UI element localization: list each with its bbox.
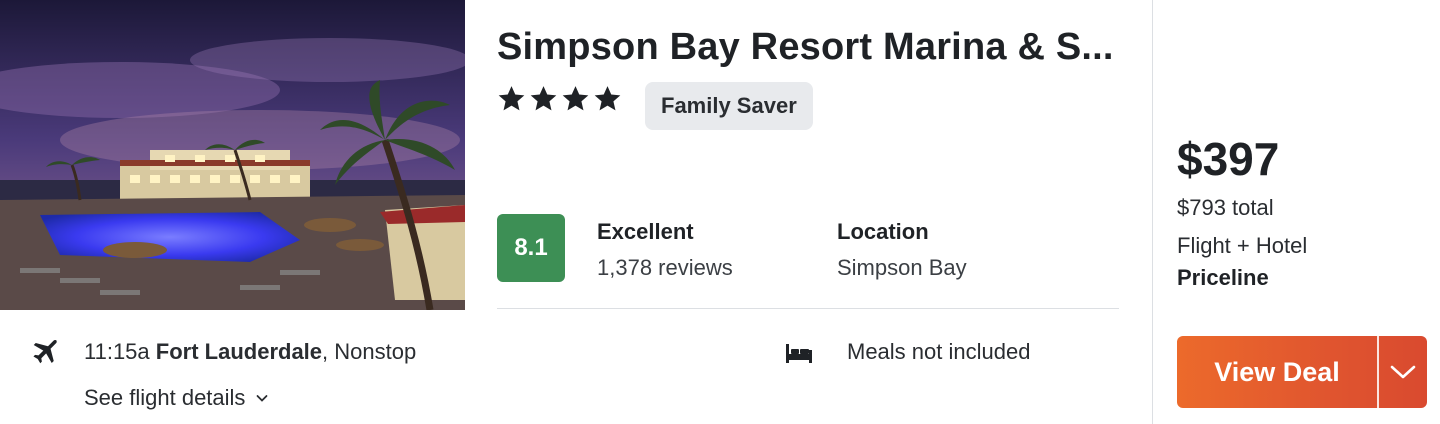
flight-details-label: See flight details [84,385,246,410]
flight-summary: 11:15a Fort Lauderdale, Nonstop [84,339,416,365]
view-deal-button-group: View Deal [1177,336,1427,408]
divider [497,308,1119,309]
meals-info: Meals not included [847,339,1031,364]
flight-time: 11:15a [84,339,150,364]
review-score: 8.1 [497,214,565,282]
column-divider [1152,0,1153,424]
view-deal-button[interactable]: View Deal [1177,336,1377,408]
total-price: $793 total [1177,195,1274,220]
star-icon [530,86,557,111]
more-deals-dropdown[interactable] [1379,336,1427,408]
chevron-down-icon [1390,365,1416,379]
provider-name: Priceline [1177,265,1269,290]
star-icon [594,86,621,111]
airplane-icon [33,340,57,364]
review-count[interactable]: 1,378 reviews [597,255,733,281]
package-type: Flight + Hotel [1177,233,1308,258]
flight-stops: , Nonstop [322,339,417,364]
rating-label: Excellent [597,219,694,244]
star-icon [498,86,525,111]
see-flight-details-link[interactable]: See flight details [84,385,269,411]
hotel-photo-image [0,0,465,310]
location-label: Location [837,219,929,244]
nightly-price: $397 [1177,133,1280,185]
chevron-down-icon [257,395,268,402]
hotel-name[interactable]: Simpson Bay Resort Marina & S... [497,26,1127,69]
location-value: Simpson Bay [837,255,967,280]
family-saver-badge: Family Saver [645,82,813,130]
hotel-result-card[interactable]: Simpson Bay Resort Marina & S... Family … [0,0,1440,424]
flight-origin: Fort Lauderdale [155,339,323,364]
hotel-photo[interactable] [0,0,465,310]
star-rating [497,84,622,113]
star-icon [562,86,589,111]
bed-icon [786,344,812,363]
